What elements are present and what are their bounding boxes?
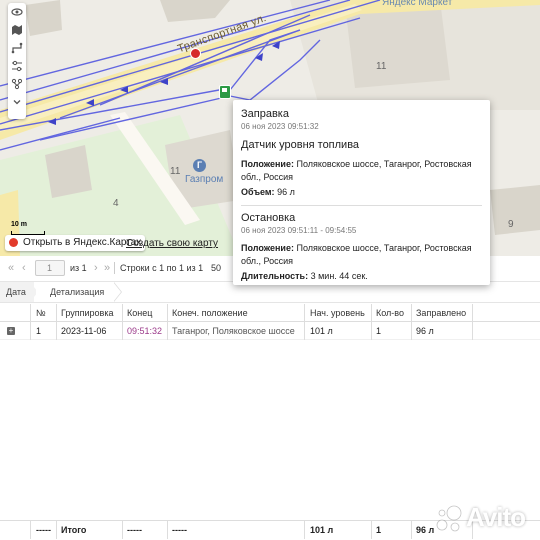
map-toolbar	[8, 3, 26, 119]
gazprom-label: Газпром	[185, 174, 224, 185]
grouping-chip-details[interactable]: Детализация	[36, 282, 113, 302]
breadcrumb-arrow	[113, 282, 121, 302]
column-divider	[167, 322, 168, 340]
expand-row-icon[interactable]: +	[7, 327, 15, 335]
column-divider	[411, 304, 412, 322]
scale-label: 10 m	[11, 221, 27, 228]
next-page-button[interactable]: ›	[94, 262, 98, 274]
footer-count: 1	[376, 525, 382, 535]
avito-wordmark: Avito	[466, 502, 526, 532]
popup-divider	[241, 205, 482, 206]
rows-range-label: Строки с 1 по 1 из 1	[120, 263, 204, 273]
column-header-grouping[interactable]: Группировка	[57, 304, 122, 322]
event-title: Заправка	[241, 108, 289, 120]
cell-count: 1	[376, 326, 382, 336]
column-divider	[167, 304, 168, 322]
column-divider	[304, 322, 305, 340]
cell-grouping: 2023-11-06	[61, 326, 107, 336]
event-volume: Объем: 96 л	[241, 186, 482, 199]
last-page-button[interactable]: »	[104, 262, 110, 274]
avito-watermark: Avito	[434, 500, 534, 536]
chevron-down-icon[interactable]	[8, 93, 26, 111]
page-input[interactable]: 1	[35, 260, 65, 276]
eye-icon[interactable]	[8, 3, 26, 21]
column-divider	[30, 304, 31, 322]
event-sensor: Датчик уровня топлива	[241, 139, 360, 151]
column-divider	[411, 322, 412, 340]
column-divider	[56, 521, 57, 539]
house-number: 11	[376, 61, 387, 72]
cell-filled: 96 л	[416, 326, 434, 336]
event-position: Положение: Поляковское шоссе, Таганрог, …	[241, 158, 482, 184]
footer-number: -----	[36, 525, 51, 535]
event-time: 06 ноя 2023 09:51:11 - 09:54:55	[241, 226, 357, 235]
house-number: 4	[113, 198, 119, 209]
event-pin-icon[interactable]	[190, 48, 201, 59]
event-time: 06 ноя 2023 09:51:32	[241, 122, 319, 131]
avito-logo-icon	[436, 505, 462, 532]
page-size-select[interactable]: 50	[211, 263, 221, 273]
column-divider	[30, 521, 31, 539]
event-popup: Заправка 06 ноя 2023 09:51:32 Датчик уро…	[233, 100, 490, 285]
column-divider	[122, 304, 123, 322]
event-title: Остановка	[241, 212, 296, 224]
footer-end: -----	[127, 525, 142, 535]
map-layers-icon[interactable]	[8, 21, 26, 39]
event-duration: Длительность: 3 мин. 44 сек.	[241, 270, 482, 283]
column-divider	[122, 521, 123, 539]
column-divider	[30, 322, 31, 340]
house-number: 11	[170, 166, 181, 177]
first-page-button[interactable]: «	[8, 262, 14, 274]
house-number: 9	[508, 219, 514, 230]
nodes-icon[interactable]	[8, 75, 26, 93]
column-divider	[472, 304, 473, 322]
column-header-start-level[interactable]: Нач. уровень	[306, 304, 372, 322]
column-divider	[371, 304, 372, 322]
event-volume-value: 96 л	[277, 187, 295, 197]
event-position-label: Положение:	[241, 243, 294, 253]
pager-divider	[114, 262, 115, 274]
column-divider	[167, 521, 168, 539]
cell-number: 1	[36, 326, 42, 336]
column-divider	[411, 521, 412, 539]
column-header-end[interactable]: Конец	[123, 304, 167, 322]
column-divider	[304, 521, 305, 539]
gas-station-icon: Г	[193, 159, 206, 172]
column-divider	[56, 304, 57, 322]
open-in-yandex-button[interactable]: Открыть в Яндекс.Картах	[5, 235, 146, 251]
event-duration-value: 3 мин. 44 сек.	[310, 271, 368, 281]
cell-start-level: 101 л	[310, 326, 333, 336]
column-divider	[371, 521, 372, 539]
event-volume-label: Объем:	[241, 187, 275, 197]
yandex-pin-icon	[9, 238, 18, 247]
page-count-label: из 1	[70, 263, 87, 273]
grouping-chip-date[interactable]: Дата	[0, 282, 34, 302]
route-icon[interactable]	[8, 39, 26, 57]
column-header-count[interactable]: Кол-во	[372, 304, 412, 322]
column-divider	[304, 304, 305, 322]
create-map-link[interactable]: Создать свою карту	[126, 238, 218, 249]
column-header-filled[interactable]: Заправлено	[412, 304, 472, 322]
settings-sliders-icon[interactable]	[8, 57, 26, 75]
event-position: Положение: Поляковское шоссе, Таганрог, …	[241, 242, 482, 268]
event-position-label: Положение:	[241, 159, 294, 169]
open-in-yandex-label: Открыть в Яндекс.Картах	[23, 237, 142, 248]
table-row[interactable]: + 1 2023-11-06 09:51:32 Таганрог, Поляко…	[0, 322, 540, 340]
cell-end-time[interactable]: 09:51:32	[123, 322, 167, 340]
column-divider	[56, 322, 57, 340]
column-header-end-position[interactable]: Конеч. положение	[168, 304, 304, 322]
column-divider	[472, 322, 473, 340]
column-divider	[371, 322, 372, 340]
event-duration-label: Длительность:	[241, 271, 309, 281]
footer-end-position: -----	[172, 525, 187, 535]
column-header-number[interactable]: №	[32, 304, 56, 322]
market-label: Яндекс Маркет	[382, 0, 453, 8]
cell-end-position: Таганрог, Поляковское шоссе	[172, 326, 295, 336]
footer-start-level: 101 л	[310, 525, 334, 535]
prev-page-button[interactable]: ‹	[22, 262, 26, 274]
table-header-row: № Группировка Конец Конеч. положение Нач…	[0, 304, 540, 322]
footer-total-label: Итого	[61, 525, 87, 535]
fuel-marker-icon[interactable]	[219, 85, 231, 99]
column-divider	[122, 322, 123, 340]
